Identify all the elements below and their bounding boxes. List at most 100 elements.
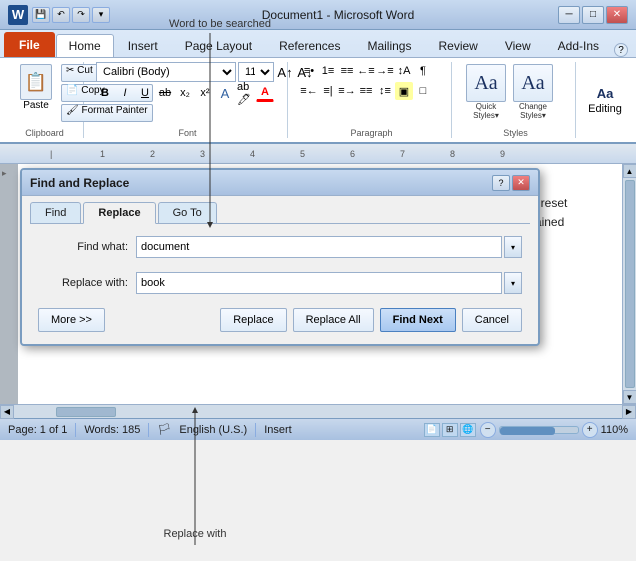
paste-icon: 📋 [20,64,52,100]
scroll-right-arrow[interactable]: ▶ [622,405,636,419]
quick-styles-icon: Aa [466,64,506,102]
replace-field: Replace with: ▾ [38,272,522,294]
numbering-button[interactable]: 1≡ [319,62,337,80]
align-left-button[interactable]: ≡← [300,82,318,100]
status-words: Words: 185 [84,424,140,436]
tab-addins[interactable]: Add-Ins [545,34,612,57]
font-size-select[interactable]: 11 [238,62,274,82]
ribbon-content: 📋 Paste ✂ Cut 📄 Copy 🖌 Format Painter Cl… [0,57,636,142]
justify-button[interactable]: ≡≡ [357,82,375,100]
more-button[interactable]: More >> [38,308,105,332]
tab-references[interactable]: References [266,34,353,57]
app-icon: W [8,5,28,25]
ribbon-tab-list: File Home Insert Page Layout References … [0,30,636,57]
full-screen-btn[interactable]: ⊞ [442,423,458,437]
zoom-in-button[interactable]: + [582,422,598,438]
paste-button[interactable]: 📋 Paste [14,62,58,113]
subscript-button[interactable]: x₂ [176,84,194,102]
text-highlight-button[interactable]: ab🖊 [236,84,254,102]
ribbon-group-font: Calibri (Body) 11 A↑ A↓ B I U ab x₂ x² A [88,62,288,138]
status-flag: 🏳 [157,423,171,436]
window-title: Document1 - Microsoft Word [118,8,558,22]
increase-indent-button[interactable]: →≡ [376,62,394,80]
tab-review[interactable]: Review [425,34,490,57]
print-layout-btn[interactable]: 📄 [424,423,440,437]
quick-access-toolbar: 💾 ↶ ↷ ▾ [32,7,110,23]
scroll-h-thumb[interactable] [56,407,116,417]
change-styles-button[interactable]: Aa ChangeStyles▾ [511,62,555,122]
sort-button[interactable]: ↕A [395,62,413,80]
find-input[interactable] [136,236,502,258]
status-mode: Insert [264,424,292,436]
strikethrough-button[interactable]: ab [156,84,174,102]
quick-styles-label: QuickStyles▾ [473,102,499,120]
bullets-button[interactable]: ≡• [300,62,318,80]
scrollbar-vertical[interactable]: ▲ ▼ [622,164,636,404]
ribbon-group-styles: Aa QuickStyles▾ Aa ChangeStyles▾ Styles [456,62,576,138]
redo-quick-btn[interactable]: ↷ [72,7,90,23]
editing-label: Editing [588,103,622,115]
replace-all-button[interactable]: Replace All [293,308,374,332]
dialog-help-button[interactable]: ? [492,175,510,191]
zoom-controls: − + 110% [480,422,628,438]
scroll-h-track [16,407,620,417]
maximize-button[interactable]: □ [582,6,604,24]
font-label: Font [96,126,279,138]
quick-styles-button[interactable]: Aa QuickStyles▾ [464,62,508,122]
tab-home[interactable]: Home [56,34,114,57]
shading-button[interactable]: ▣ [395,82,413,100]
customize-quick-btn[interactable]: ▾ [92,7,110,23]
align-center-button[interactable]: ≡| [319,82,337,100]
font-color-button[interactable]: A [256,84,274,102]
line-spacing-button[interactable]: ↕≡ [376,82,394,100]
scroll-thumb[interactable] [625,180,635,388]
italic-button[interactable]: I [116,84,134,102]
ruler-mark-3: 2 [150,149,155,159]
web-layout-btn[interactable]: 🌐 [460,423,476,437]
status-sep-2 [148,423,149,437]
scroll-down-arrow[interactable]: ▼ [623,390,636,404]
ruler-mark-8: 7 [400,149,405,159]
dialog-tab-goto[interactable]: Go To [158,202,217,223]
bold-button[interactable]: B [96,84,114,102]
close-button[interactable]: ✕ [606,6,628,24]
decrease-indent-button[interactable]: ←≡ [357,62,375,80]
status-sep-1 [75,423,76,437]
multilevel-button[interactable]: ≡≡ [338,62,356,80]
replace-input[interactable] [136,272,502,294]
replace-dropdown-button[interactable]: ▾ [504,272,522,294]
dialog-tab-find[interactable]: Find [30,202,81,223]
dialog-tab-replace[interactable]: Replace [83,202,155,224]
align-right-button[interactable]: ≡→ [338,82,356,100]
undo-quick-btn[interactable]: ↶ [52,7,70,23]
cancel-button[interactable]: Cancel [462,308,522,332]
paste-label: Paste [23,100,49,111]
tab-file[interactable]: File [4,32,55,57]
scrollbar-horizontal[interactable]: ◀ ▶ [0,404,636,418]
find-next-button[interactable]: Find Next [380,308,456,332]
scroll-up-arrow[interactable]: ▲ [623,164,636,178]
find-dropdown-button[interactable]: ▾ [504,236,522,258]
borders-button[interactable]: □ [414,82,432,100]
scroll-left-arrow[interactable]: ◀ [0,405,14,419]
minimize-button[interactable]: ─ [558,6,580,24]
replace-button[interactable]: Replace [220,308,286,332]
font-name-select[interactable]: Calibri (Body) [96,62,236,82]
underline-button[interactable]: U [136,84,154,102]
title-bar: W 💾 ↶ ↷ ▾ Document1 - Microsoft Word ─ □… [0,0,636,30]
tab-insert[interactable]: Insert [115,34,171,57]
text-effects-button[interactable]: A [216,84,234,102]
superscript-button[interactable]: x² [196,84,214,102]
dialog-title: Find and Replace [30,176,492,190]
tab-mailings[interactable]: Mailings [354,34,424,57]
show-hide-button[interactable]: ¶ [414,62,432,80]
dialog-close-button[interactable]: ✕ [512,175,530,191]
zoom-slider[interactable] [499,426,579,434]
help-button[interactable]: ? [614,43,628,57]
zoom-slider-fill [500,427,555,435]
zoom-out-button[interactable]: − [480,422,496,438]
save-quick-btn[interactable]: 💾 [32,7,50,23]
tab-view[interactable]: View [492,34,544,57]
tab-page-layout[interactable]: Page Layout [172,34,265,57]
status-language: English (U.S.) [179,424,247,436]
